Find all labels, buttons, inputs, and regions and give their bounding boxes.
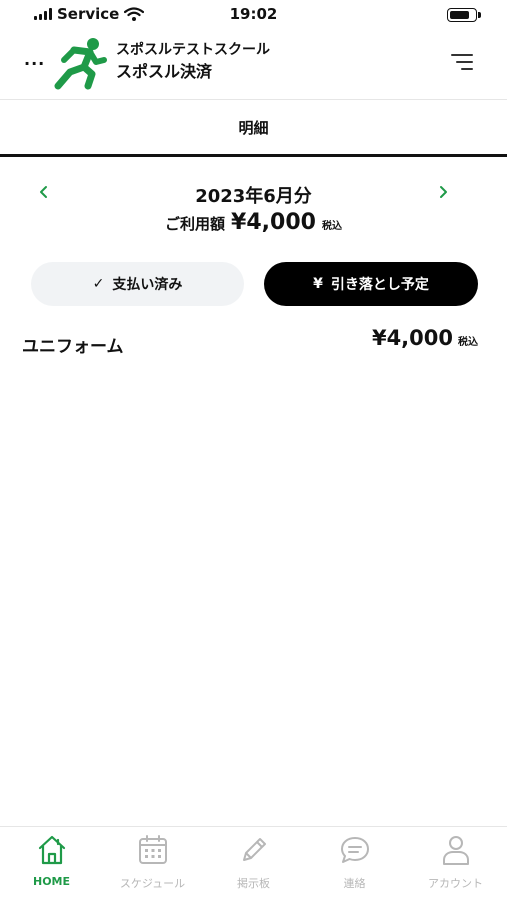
more-button[interactable]: ... xyxy=(24,50,45,69)
pencil-icon xyxy=(242,838,266,861)
status-time: 19:02 xyxy=(229,5,278,23)
menu-lines-icon[interactable] xyxy=(451,52,473,72)
paid-filter-button[interactable]: ✓ 支払い済み xyxy=(31,262,244,306)
next-month-button[interactable] xyxy=(431,180,455,204)
nav-item-schedule[interactable]: スケジュール xyxy=(102,833,203,897)
calendar-icon xyxy=(138,835,167,864)
person-icon xyxy=(442,836,469,865)
list-item[interactable]: ユニフォーム ¥4,000 税込 xyxy=(22,326,478,362)
page-title: 明細 xyxy=(238,118,269,137)
app-header: ... スポスルテストスクール スポスル決済 xyxy=(0,30,507,100)
nav-label-board: 掲示板 xyxy=(237,877,270,890)
bottom-nav: HOME スケジュール 掲示板 連絡 アカウント xyxy=(0,826,507,900)
school-name: スポスルテストスクール xyxy=(116,42,270,58)
planned-filter-label: 引き落とし予定 xyxy=(330,277,429,293)
usage-label: ご利用額 xyxy=(165,215,226,233)
chevron-right-icon xyxy=(440,186,447,198)
nav-label-schedule: スケジュール xyxy=(119,877,186,890)
app-name: スポスル決済 xyxy=(116,62,213,81)
nav-item-board[interactable]: 掲示板 xyxy=(203,833,304,897)
nav-item-home[interactable]: HOME xyxy=(1,833,102,897)
planned-filter-button[interactable]: ¥ 引き落とし予定 xyxy=(264,262,478,306)
item-price: ¥4,000 xyxy=(371,326,453,350)
usage-summary: ご利用額 ¥4,000 税込 xyxy=(0,210,507,235)
nav-label-account: アカウント xyxy=(428,877,483,890)
nav-label-contact: 連絡 xyxy=(343,877,366,890)
item-tax-label: 税込 xyxy=(458,337,478,348)
running-man-icon xyxy=(54,38,107,90)
nav-item-contact[interactable]: 連絡 xyxy=(304,833,405,897)
nav-item-account[interactable]: アカウント xyxy=(405,833,506,897)
chat-bubble-icon xyxy=(340,837,369,863)
usage-tax-label: 税込 xyxy=(321,221,342,232)
header-titles: スポスルテストスクール スポスル決済 xyxy=(116,40,270,84)
yen-icon: ¥ xyxy=(313,276,323,292)
item-price-group: ¥4,000 税込 xyxy=(372,326,478,350)
month-nav: 2023年6月分 xyxy=(0,176,507,210)
home-icon xyxy=(38,835,65,865)
usage-amount: ¥4,000 xyxy=(231,210,316,235)
nav-label-home: HOME xyxy=(32,875,71,888)
battery-icon xyxy=(447,8,481,22)
page-title-bar: 明細 xyxy=(0,100,507,157)
checkmark-icon: ✓ xyxy=(92,276,105,292)
status-bar: Service 19:02 xyxy=(0,0,507,30)
paid-filter-label: 支払い済み xyxy=(112,277,183,293)
item-name: ユニフォーム xyxy=(22,337,124,357)
